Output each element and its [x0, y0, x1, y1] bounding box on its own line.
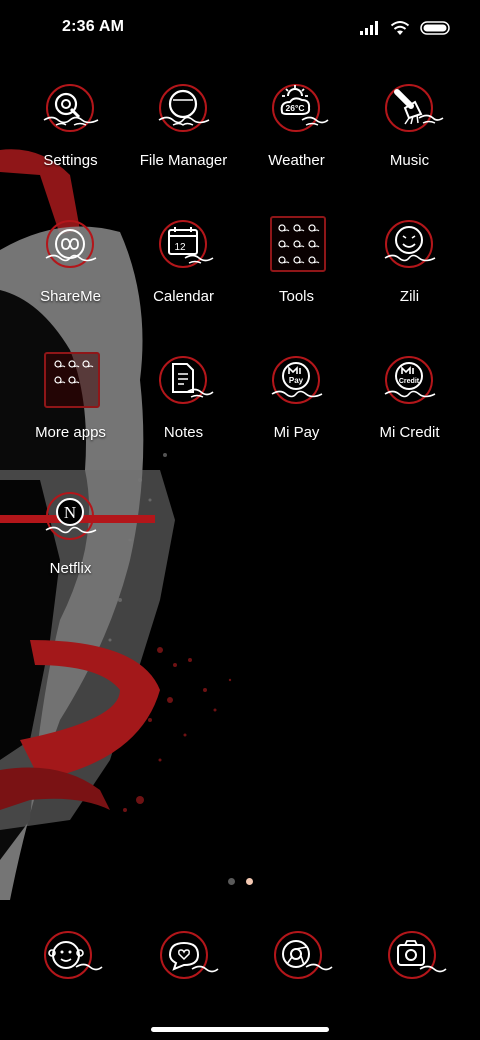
app-file-manager[interactable]: File Manager — [127, 70, 240, 190]
dock-app-chrome[interactable] — [266, 925, 336, 989]
app-tools-folder[interactable]: Tools — [240, 206, 353, 326]
weather-temp-text: 26°C — [285, 103, 304, 113]
app-label: File Manager — [139, 152, 228, 169]
dock-app-monkey[interactable] — [36, 925, 106, 989]
netflix-letter-text: N — [63, 503, 75, 522]
app-label: Tools — [278, 288, 315, 305]
status-time: 2:36 AM — [62, 18, 125, 35]
mi-pay-icon: Pay — [262, 350, 332, 414]
netflix-icon: N — [36, 486, 106, 550]
signal-icon — [360, 21, 378, 35]
app-shareme[interactable]: ShareMe — [14, 206, 127, 326]
home-indicator[interactable] — [151, 1027, 329, 1032]
folder-grid-icon — [262, 214, 332, 278]
mi-credit-icon: Credit — [375, 350, 445, 414]
app-mi-pay[interactable]: Pay Mi Pay — [240, 342, 353, 462]
app-more-apps-folder[interactable]: More apps — [14, 342, 127, 462]
face-icon — [375, 214, 445, 278]
app-label: Mi Credit — [379, 424, 440, 441]
app-calendar[interactable]: 12 Calendar — [127, 206, 240, 326]
app-label: Notes — [163, 424, 204, 441]
app-music[interactable]: Music — [353, 70, 466, 190]
music-icon — [375, 78, 445, 142]
folder-grid-icon — [36, 350, 106, 414]
folder-icon — [149, 78, 219, 142]
app-label: Netflix — [49, 560, 92, 577]
app-label: ShareMe — [40, 288, 101, 305]
message-heart-icon — [160, 931, 219, 979]
gear-icon — [36, 78, 106, 142]
page-dot-active[interactable] — [245, 878, 253, 885]
wifi-icon — [390, 21, 410, 35]
dock-app-messages[interactable] — [152, 925, 222, 989]
calendar-icon: 12 — [149, 214, 219, 278]
mi-pay-text: Pay — [288, 376, 303, 385]
app-label: Mi Pay — [273, 424, 320, 441]
app-label: Zili — [399, 288, 420, 305]
dock-app-camera[interactable] — [380, 925, 450, 989]
app-label: Weather — [268, 152, 325, 169]
note-icon — [149, 350, 219, 414]
app-label: Music — [389, 152, 430, 169]
app-mi-credit[interactable]: Credit Mi Credit — [353, 342, 466, 462]
app-label: Calendar — [153, 288, 214, 305]
mi-credit-text: Credit — [398, 378, 419, 385]
page-dot[interactable] — [227, 878, 235, 885]
app-zili[interactable]: Zili — [353, 206, 466, 326]
camera-icon — [388, 931, 447, 979]
infinity-icon — [36, 214, 106, 278]
app-settings[interactable]: Settings — [14, 70, 127, 190]
weather-icon: 26°C — [262, 78, 332, 142]
app-notes[interactable]: Notes — [127, 342, 240, 462]
battery-icon — [420, 21, 450, 35]
status-icons — [360, 18, 450, 38]
chrome-icon — [274, 931, 333, 979]
app-weather[interactable]: 26°C Weather — [240, 70, 353, 190]
status-bar: 2:36 AM — [0, 0, 480, 56]
page-indicator — [0, 878, 480, 885]
app-label: More apps — [35, 424, 106, 441]
monkey-icon — [44, 931, 103, 979]
app-netflix[interactable]: N Netflix — [14, 478, 127, 598]
calendar-date-text: 12 — [174, 242, 186, 253]
app-label: Settings — [43, 152, 98, 169]
dock — [0, 925, 480, 995]
